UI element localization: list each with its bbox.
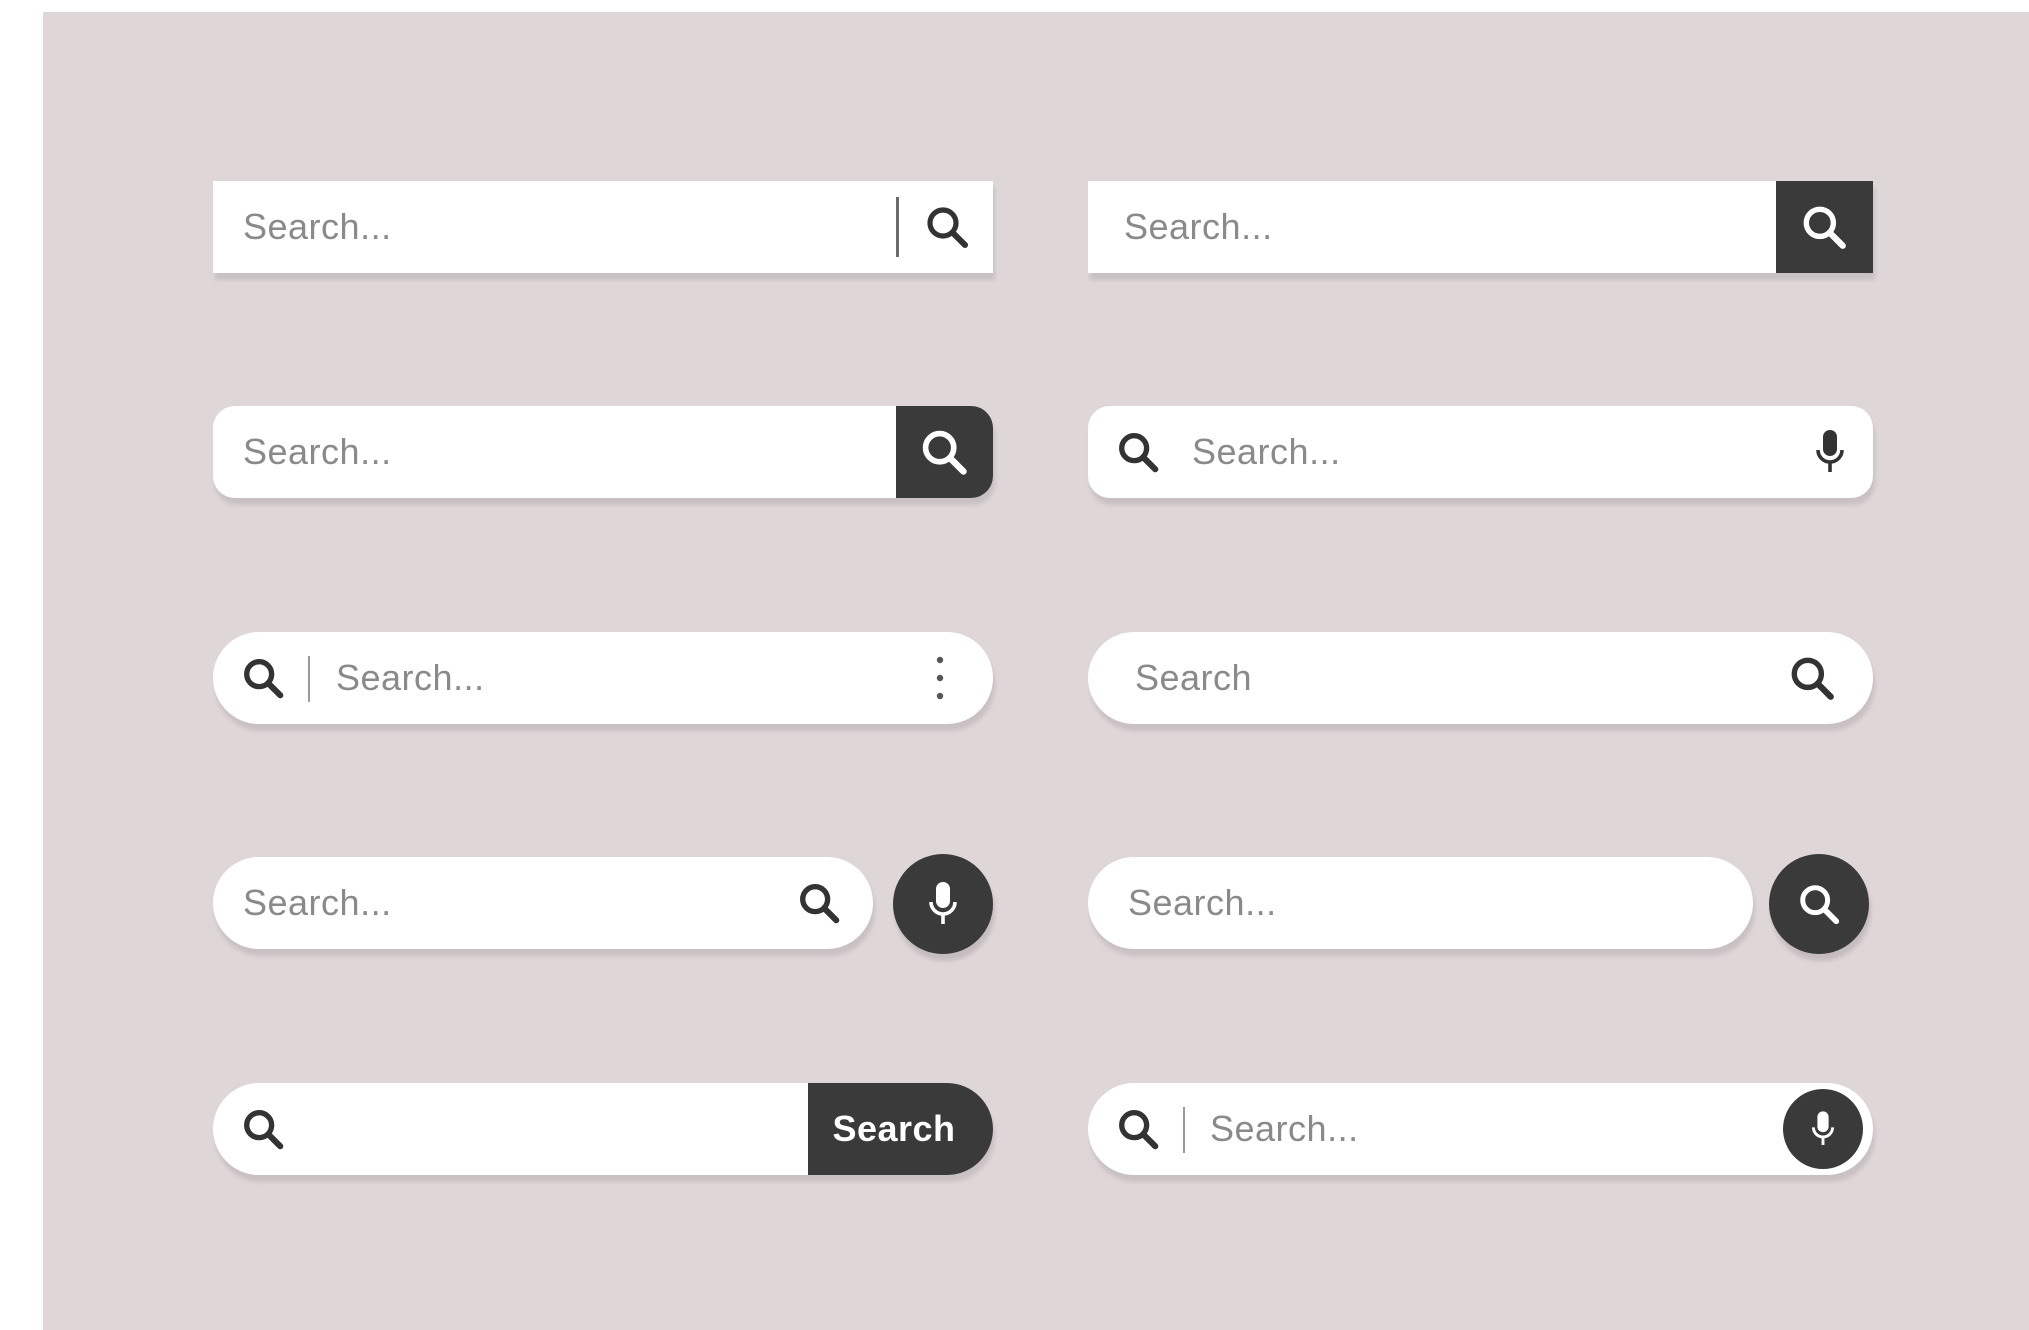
search-icon (237, 1103, 289, 1155)
search-bar-4[interactable]: Search... (1088, 406, 1873, 498)
search-input[interactable]: Search (1135, 632, 1252, 724)
search-bar-2[interactable]: Search... (1088, 181, 1873, 273)
search-bar-6[interactable]: Search (1088, 632, 1873, 724)
microphone-icon (923, 880, 963, 928)
microphone-icon[interactable] (1804, 426, 1856, 478)
microphone-icon (1807, 1109, 1839, 1149)
search-input[interactable]: Search... (336, 632, 485, 724)
search-icon[interactable] (1784, 650, 1840, 706)
divider (308, 656, 310, 702)
search-bar-10[interactable]: Search... (1088, 1083, 1873, 1175)
more-vertical-icon[interactable] (927, 652, 953, 704)
search-icon (916, 424, 972, 480)
search-icon (1796, 199, 1852, 255)
search-input[interactable]: Search... (243, 181, 392, 273)
search-input[interactable]: Search... (1124, 181, 1273, 273)
search-input[interactable]: Search... (1210, 1083, 1359, 1175)
search-button-label: Search (832, 1108, 956, 1149)
search-icon (1796, 881, 1842, 927)
search-input[interactable]: Search... (1128, 857, 1277, 949)
divider (896, 197, 899, 257)
search-button[interactable] (1776, 181, 1873, 273)
search-button[interactable]: Search (808, 1083, 993, 1175)
voice-search-button[interactable] (893, 854, 993, 954)
search-bar-3[interactable]: Search... (213, 406, 993, 498)
search-icon[interactable] (1112, 1103, 1164, 1155)
search-icon[interactable] (919, 199, 975, 255)
search-input[interactable]: Search... (243, 857, 392, 949)
search-button[interactable] (896, 406, 993, 498)
search-icon[interactable] (793, 877, 845, 929)
search-input[interactable]: Search... (243, 406, 392, 498)
search-input[interactable]: Search... (1192, 406, 1341, 498)
search-bar-9[interactable]: Search (213, 1083, 993, 1175)
search-bar-8[interactable]: Search... (1088, 857, 1753, 949)
voice-search-button[interactable] (1783, 1089, 1863, 1169)
search-bar-1[interactable]: Search... (213, 181, 993, 273)
search-input[interactable] (313, 1083, 793, 1175)
search-button[interactable] (1769, 854, 1869, 954)
canvas-background: Search... Search... Search... Search... (43, 12, 2029, 1330)
divider (1183, 1107, 1185, 1153)
search-bar-7[interactable]: Search... (213, 857, 873, 949)
search-icon[interactable] (1112, 426, 1164, 478)
search-icon[interactable] (237, 652, 289, 704)
search-bar-5[interactable]: Search... (213, 632, 993, 724)
